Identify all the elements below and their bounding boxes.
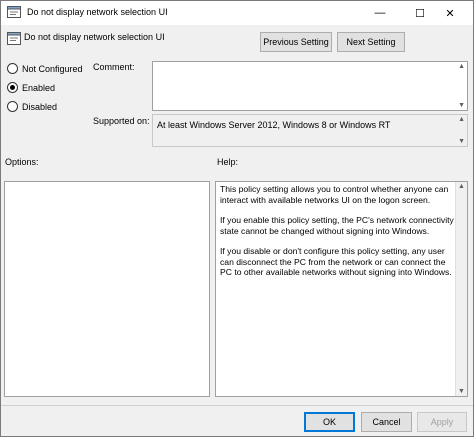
minimize-icon: — — [374, 7, 386, 19]
title-bar[interactable]: Do not display network selection UI — ☐ … — [1, 1, 473, 25]
help-pane: This policy setting allows you to contro… — [215, 181, 468, 397]
cancel-button[interactable]: Cancel — [361, 412, 412, 432]
maximize-icon: ☐ — [415, 7, 425, 20]
help-paragraph: This policy setting allows you to contro… — [220, 184, 449, 205]
help-scrollbar[interactable]: ▲ ▼ — [455, 182, 467, 396]
policy-setting-icon — [7, 32, 21, 45]
comment-label: Comment: — [93, 62, 135, 72]
radio-label: Disabled — [22, 101, 58, 112]
radio-selected-dot — [10, 85, 15, 90]
help-paragraph: If you disable or don't configure this p… — [220, 246, 452, 277]
previous-setting-button[interactable]: Previous Setting — [260, 32, 332, 52]
supported-on-field: At least Windows Server 2012, Windows 8 … — [152, 114, 468, 147]
comment-textarea[interactable]: ▲ ▼ — [152, 61, 468, 111]
supported-on-label: Supported on: — [93, 116, 150, 126]
radio-label: Enabled — [22, 82, 56, 93]
policy-setting-icon — [7, 6, 21, 18]
radio-label: Not Configured — [22, 63, 83, 74]
scroll-down-icon[interactable]: ▼ — [458, 388, 465, 395]
help-label: Help: — [217, 157, 239, 167]
minimize-button[interactable]: — — [361, 1, 399, 25]
scroll-down-icon[interactable]: ▼ — [458, 138, 465, 145]
radio-enabled[interactable]: Enabled — [7, 82, 55, 93]
help-text: This policy setting allows you to contro… — [220, 184, 454, 288]
next-setting-button[interactable]: Next Setting — [337, 32, 405, 52]
scroll-up-icon[interactable]: ▲ — [458, 183, 465, 190]
radio-circle[interactable] — [7, 101, 18, 112]
options-label: Options: — [5, 157, 39, 167]
apply-button[interactable]: Apply — [417, 412, 467, 432]
policy-name: Do not display network selection UI — [24, 32, 165, 42]
close-icon: ✕ — [445, 7, 455, 20]
radio-not-configured[interactable]: Not Configured — [7, 63, 83, 74]
scroll-up-icon[interactable]: ▲ — [458, 63, 465, 70]
scroll-up-icon[interactable]: ▲ — [458, 116, 465, 123]
options-pane — [4, 181, 210, 397]
supported-on-value: At least Windows Server 2012, Windows 8 … — [157, 120, 391, 130]
scroll-down-icon[interactable]: ▼ — [458, 102, 465, 109]
radio-circle[interactable] — [7, 82, 18, 93]
close-button[interactable]: ✕ — [431, 1, 469, 25]
radio-disabled[interactable]: Disabled — [7, 101, 57, 112]
help-paragraph: If you enable this policy setting, the P… — [220, 215, 454, 236]
policy-editor-window: Do not display network selection UI — ☐ … — [0, 0, 474, 437]
window-title: Do not display network selection UI — [27, 7, 168, 17]
ok-button[interactable]: OK — [304, 412, 355, 432]
radio-circle[interactable] — [7, 63, 18, 74]
